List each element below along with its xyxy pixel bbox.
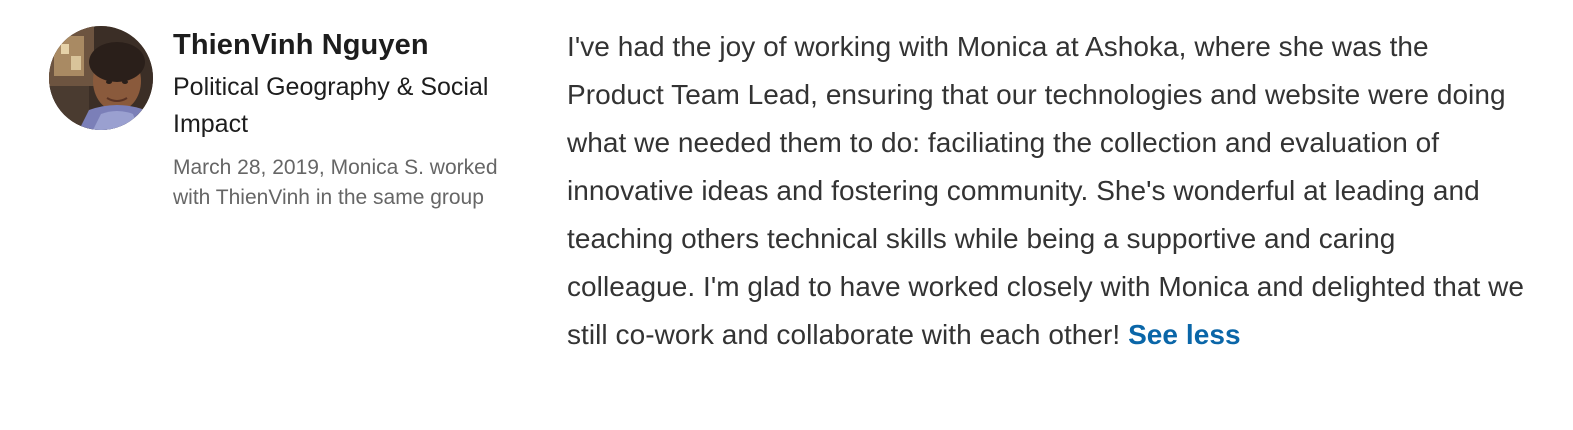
- recommendation-meta: March 28, 2019, Monica S. worked with Th…: [173, 156, 498, 209]
- see-less-button[interactable]: See less: [1128, 319, 1241, 350]
- recommender-headline: Political Geography & Social Impact: [173, 73, 489, 138]
- recommendation-body: I've had the joy of working with Monica …: [567, 31, 1525, 350]
- recommender-name[interactable]: ThienVinh Nguyen: [173, 24, 553, 66]
- recommendation-card: ThienVinh Nguyen Political Geography & S…: [0, 0, 1573, 430]
- profile-photo-icon: [49, 26, 153, 130]
- recommendation-text: I've had the joy of working with Monica …: [567, 23, 1527, 359]
- recommender-info: ThienVinh Nguyen Political Geography & S…: [173, 24, 553, 213]
- recommender-avatar[interactable]: [49, 26, 153, 130]
